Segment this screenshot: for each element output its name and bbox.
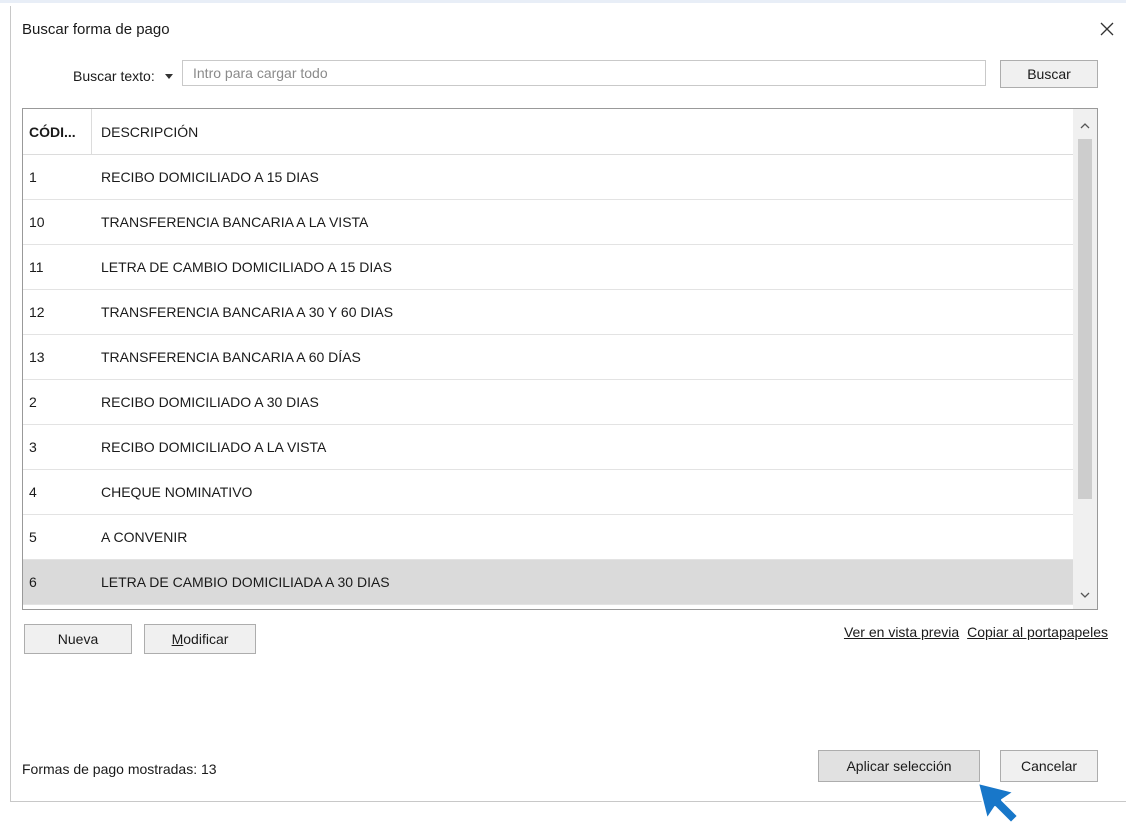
cell-code: 12 — [29, 304, 45, 320]
search-field-dropdown[interactable] — [160, 66, 178, 86]
cell-description: LETRA DE CAMBIO DOMICILIADO A 15 DIAS — [101, 259, 392, 275]
cell-code: 3 — [29, 439, 37, 455]
table-row[interactable]: 1 RECIBO DOMICILIADO A 15 DIAS — [23, 155, 1073, 200]
table-row[interactable]: 12 TRANSFERENCIA BANCARIA A 30 Y 60 DIAS — [23, 290, 1073, 335]
vertical-scrollbar[interactable] — [1073, 109, 1097, 609]
status-count: Formas de pago mostradas: 13 — [22, 761, 217, 777]
search-input[interactable] — [182, 60, 986, 86]
caret-down-icon — [165, 73, 173, 79]
mouse-cursor-icon — [977, 782, 1019, 824]
close-button[interactable] — [1094, 16, 1120, 42]
scroll-down-button[interactable] — [1073, 583, 1097, 607]
cell-code: 13 — [29, 349, 45, 365]
table-row[interactable]: 4 CHEQUE NOMINATIVO — [23, 470, 1073, 515]
table-row[interactable]: 13 TRANSFERENCIA BANCARIA A 60 DÍAS — [23, 335, 1073, 380]
grid-header: CÓDI... DESCRIPCIÓN — [23, 109, 1073, 155]
cell-description: CHEQUE NOMINATIVO — [101, 484, 253, 500]
cell-description: TRANSFERENCIA BANCARIA A 60 DÍAS — [101, 349, 361, 365]
table-row[interactable]: 6 LETRA DE CAMBIO DOMICILIADA A 30 DIAS — [23, 560, 1073, 605]
apply-selection-button[interactable]: Aplicar selección — [818, 750, 980, 782]
close-icon — [1100, 22, 1114, 36]
cancel-button[interactable]: Cancelar — [1000, 750, 1098, 782]
cell-code: 6 — [29, 574, 37, 590]
payment-methods-grid: CÓDI... DESCRIPCIÓN 1 RECIBO DOMICILIADO … — [22, 108, 1098, 610]
cell-description: RECIBO DOMICILIADO A 30 DIAS — [101, 394, 319, 410]
scrollbar-thumb[interactable] — [1078, 139, 1092, 499]
cell-description: TRANSFERENCIA BANCARIA A LA VISTA — [101, 214, 369, 230]
modify-label-rest: odificar — [183, 631, 229, 647]
preview-link[interactable]: Ver en vista previa — [844, 624, 959, 640]
cell-description: LETRA DE CAMBIO DOMICILIADA A 30 DIAS — [101, 574, 390, 590]
cell-description: RECIBO DOMICILIADO A LA VISTA — [101, 439, 327, 455]
grid-links: Ver en vista previa Copiar al portapapel… — [844, 624, 1108, 640]
table-row[interactable]: 3 RECIBO DOMICILIADO A LA VISTA — [23, 425, 1073, 470]
window-top-edge — [0, 0, 1126, 3]
table-row[interactable]: 5 A CONVENIR — [23, 515, 1073, 560]
table-row[interactable]: 10 TRANSFERENCIA BANCARIA A LA VISTA — [23, 200, 1073, 245]
table-row[interactable]: 2 RECIBO DOMICILIADO A 30 DIAS — [23, 380, 1073, 425]
cell-code: 2 — [29, 394, 37, 410]
search-button[interactable]: Buscar — [1000, 60, 1098, 88]
grid-rows: 1 RECIBO DOMICILIADO A 15 DIAS 10 TRANSFERE… — [23, 155, 1073, 605]
column-header-description[interactable]: DESCRIPCIÓN — [93, 109, 198, 154]
cell-description: TRANSFERENCIA BANCARIA A 30 Y 60 DIAS — [101, 304, 394, 320]
cell-code: 10 — [29, 214, 45, 230]
modify-accelerator-letter: M — [171, 631, 184, 647]
cell-description: A CONVENIR — [101, 529, 188, 545]
cell-description: RECIBO DOMICILIADO A 15 DIAS — [101, 169, 319, 185]
search-label: Buscar texto: — [73, 68, 155, 84]
cell-code: 5 — [29, 529, 37, 545]
table-row[interactable]: 11 LETRA DE CAMBIO DOMICILIADO A 15 DIAS — [23, 245, 1073, 290]
chevron-down-icon — [1080, 592, 1090, 598]
chevron-up-icon — [1080, 122, 1090, 128]
cell-code: 1 — [29, 169, 37, 185]
modify-button[interactable]: Modificar — [144, 624, 256, 654]
new-button[interactable]: Nueva — [24, 624, 132, 654]
cell-code: 11 — [29, 259, 44, 275]
title-bar: Buscar forma de pago — [11, 6, 1126, 50]
column-header-code[interactable]: CÓDI... — [23, 109, 92, 154]
scroll-up-button[interactable] — [1073, 113, 1097, 137]
dialog-title: Buscar forma de pago — [22, 21, 170, 38]
copy-clipboard-link[interactable]: Copiar al portapapeles — [967, 624, 1108, 640]
cell-code: 4 — [29, 484, 37, 500]
